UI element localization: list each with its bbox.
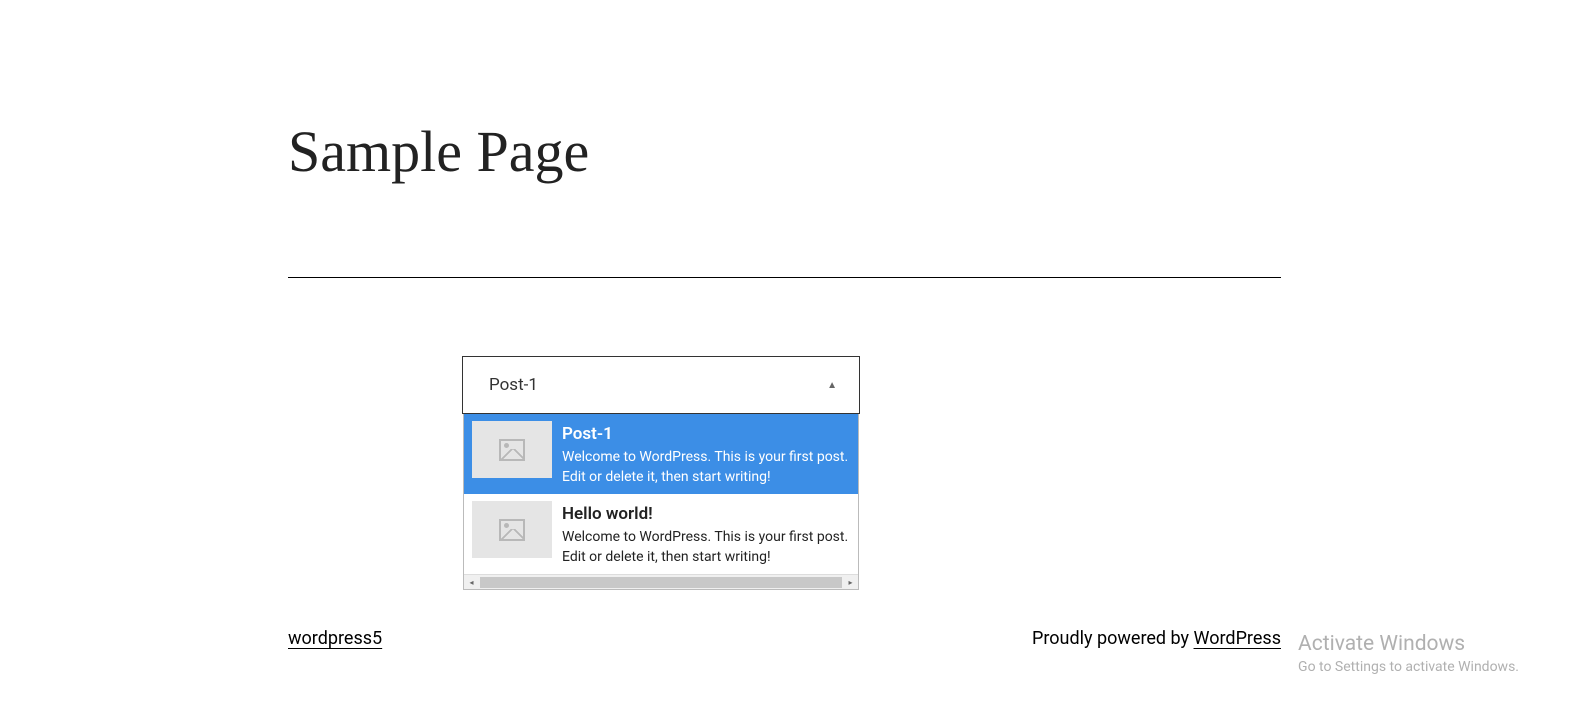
- powered-by-label: Proudly powered by: [1032, 628, 1194, 649]
- dropdown-selected-value: Post-1: [489, 375, 538, 395]
- thumbnail-placeholder-icon: [472, 421, 552, 478]
- chevron-up-icon: ▲: [827, 380, 837, 391]
- dropdown-select[interactable]: Post-1 ▲: [462, 356, 860, 414]
- scroll-right-icon[interactable]: ▸: [843, 575, 858, 590]
- dropdown-item-post-1[interactable]: Post-1 Welcome to WordPress. This is you…: [464, 414, 858, 494]
- dropdown-item-text: Hello world! Welcome to WordPress. This …: [562, 501, 850, 567]
- dropdown-item-description: Welcome to WordPress. This is your first…: [562, 448, 850, 487]
- scroll-thumb[interactable]: [480, 577, 842, 588]
- wordpress-link[interactable]: WordPress: [1194, 628, 1281, 649]
- scroll-left-icon[interactable]: ◂: [464, 575, 479, 590]
- powered-by-text: Proudly powered by WordPress: [1032, 628, 1281, 649]
- dropdown-item-hello-world[interactable]: Hello world! Welcome to WordPress. This …: [464, 494, 858, 574]
- thumbnail-placeholder-icon: [472, 501, 552, 558]
- site-home-link[interactable]: wordpress5: [288, 628, 382, 649]
- watermark-subtitle: Go to Settings to activate Windows.: [1298, 659, 1519, 675]
- dropdown-item-title: Post-1: [562, 424, 850, 444]
- watermark-title: Activate Windows: [1298, 632, 1519, 656]
- horizontal-scrollbar[interactable]: ◂ ▸: [464, 574, 858, 589]
- content-divider: [288, 277, 1281, 278]
- dropdown-item-description: Welcome to WordPress. This is your first…: [562, 528, 850, 567]
- page-title: Sample Page: [288, 118, 589, 185]
- dropdown-item-text: Post-1 Welcome to WordPress. This is you…: [562, 421, 850, 487]
- dropdown-item-title: Hello world!: [562, 504, 850, 524]
- windows-activation-watermark: Activate Windows Go to Settings to activ…: [1298, 632, 1519, 675]
- dropdown-list: Post-1 Welcome to WordPress. This is you…: [463, 414, 859, 590]
- page-footer: wordpress5 Proudly powered by WordPress: [288, 628, 1281, 649]
- post-dropdown: Post-1 ▲ Post-1 Welcome to WordPress. Th…: [462, 356, 860, 590]
